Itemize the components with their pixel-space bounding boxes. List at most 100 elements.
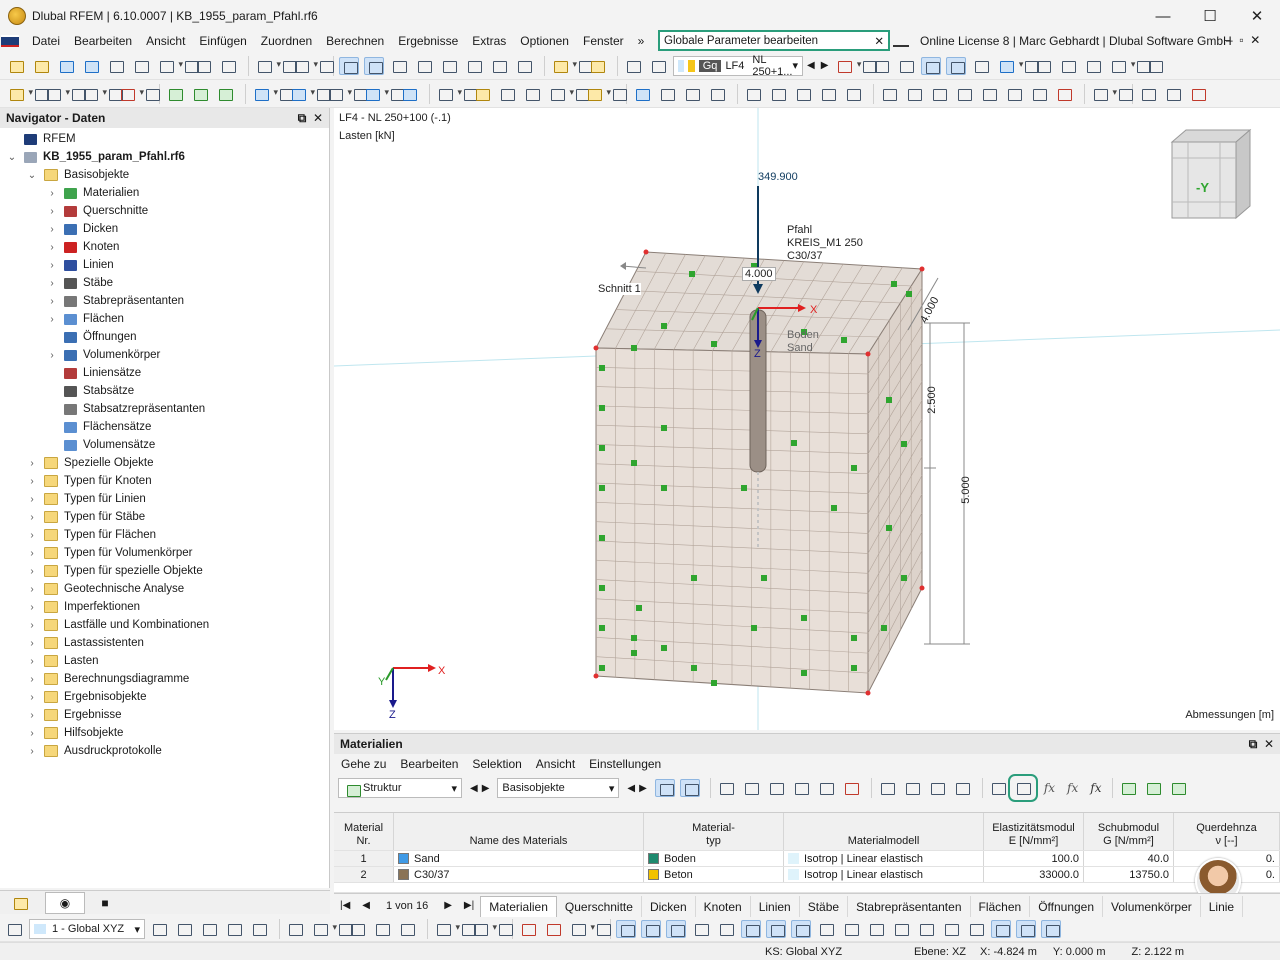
expand-chevron-icon[interactable]: › [46,206,58,217]
align-4-icon[interactable] [954,85,974,103]
tree-item-13[interactable]: Flächensätze [46,418,151,436]
row-1-icon[interactable] [877,779,897,797]
expand-chevron-icon[interactable]: › [26,548,38,559]
center-icon[interactable] [791,920,811,938]
table-cell-model[interactable]: Isotrop | Linear elastisch [784,851,984,866]
nodal-load-icon[interactable] [472,85,492,103]
snap-3-icon[interactable] [199,920,219,938]
expand-chevron-icon[interactable]: › [26,602,38,613]
table-toggle-icon[interactable] [364,56,384,75]
load-arrow-icon[interactable] [550,57,577,75]
model-view[interactable]: LF4 - NL 250+100 (-.1) Lasten [kN] 349.9… [334,108,1280,730]
delete-row-icon[interactable] [841,779,861,797]
table-tab-7[interactable]: Flächen [971,895,1031,918]
js-console-icon[interactable] [464,57,484,75]
cross-icon[interactable] [966,920,986,938]
report-icon[interactable] [193,57,213,75]
table-tab-2[interactable]: Dicken [642,895,696,918]
expand-chevron-icon[interactable]: › [26,710,38,721]
tangent-icon[interactable] [866,920,886,938]
panel-pin-close[interactable]: ⧉ ✕ [1249,737,1274,752]
align-7-icon[interactable] [1029,85,1049,103]
table-row[interactable]: 2 C30/37 Beton Isotrop | Linear elastisch 33… [334,867,1280,883]
table-cell-nr[interactable]: 1 [334,851,394,866]
align-2-icon[interactable] [904,85,924,103]
expand-chevron-icon[interactable]: › [26,584,38,595]
tree-item-3[interactable]: › Knoten [46,238,119,256]
snap-12-icon[interactable] [470,920,497,938]
print-icon[interactable] [156,57,183,75]
expand-chevron-icon[interactable]: ⌄ [26,170,38,181]
tree-folder-14[interactable]: › Ergebnisse [26,706,122,724]
tree-item-4[interactable]: › Linien [46,256,113,274]
xxx-values-icon[interactable] [896,57,916,75]
support-reactions-icon[interactable] [1083,57,1103,75]
tree-item-2[interactable]: › Dicken [46,220,118,238]
settings-gear-icon[interactable] [1145,57,1165,75]
table-tab-1[interactable]: Querschnitte [557,895,642,918]
align-5-icon[interactable] [979,85,999,103]
new-support-icon[interactable] [117,85,144,103]
table-1-icon[interactable] [716,779,736,797]
table-cell-name[interactable]: Sand [394,851,644,866]
tree-folder-4[interactable]: › Typen für Flächen [26,526,156,544]
type-next-button[interactable]: ▶ [639,783,647,794]
table-tab-9[interactable]: Volumenkörper [1103,895,1201,918]
expand-chevron-icon[interactable]: › [46,224,58,235]
opening-icon[interactable] [288,85,315,103]
menu-bearbeiten[interactable]: Bearbeiten [67,34,139,48]
load-table-icon[interactable] [587,57,607,75]
formula-icon[interactable]: fx [1044,781,1055,795]
row-3-icon[interactable] [927,779,947,797]
column-header[interactable]: Name des Materials [394,813,644,850]
mat-menu-bearbeiten[interactable]: Bearbeiten [393,757,465,771]
snap-13-icon[interactable] [518,920,538,938]
expand-chevron-icon[interactable]: › [26,656,38,667]
table-cell-model[interactable]: Isotrop | Linear elastisch [784,867,984,882]
last-page-button[interactable]: ▶| [464,900,474,911]
structure-combo[interactable]: Struktur ▾ [338,778,462,798]
expand-chevron-icon[interactable]: › [26,566,38,577]
perpendicular-icon[interactable] [816,920,836,938]
surface-support-icon[interactable] [215,85,235,103]
close-button[interactable]: ✕ [1234,0,1280,32]
marker-icon[interactable] [1054,85,1074,103]
open-folder-icon[interactable] [31,57,51,75]
app-menu-icon[interactable] [1,35,19,47]
column-header[interactable]: Elastizitätsmodul E [N/mm²] [984,813,1084,850]
tree-item-1[interactable]: › Querschnitte [46,202,148,220]
surface-set-icon[interactable] [362,85,389,103]
expand-chevron-icon[interactable]: › [26,728,38,739]
tree-folder-7[interactable]: › Geotechnische Analyse [26,580,184,598]
menu-berechnen[interactable]: Berechnen [319,34,391,48]
maximize-button[interactable]: ☐ [1187,0,1233,32]
snap-14-icon[interactable] [543,920,563,938]
next-page-button[interactable]: ▶ [444,900,452,911]
midpoint-icon[interactable] [766,920,786,938]
mat-menu-einstellungen[interactable]: Einstellungen [582,757,668,771]
expand-chevron-icon[interactable]: › [46,242,58,253]
menu-zuordnen[interactable]: Zuordnen [254,34,319,48]
display-mode-icon[interactable] [996,57,1023,75]
mat-menu-ansicht[interactable]: Ansicht [529,757,582,771]
select-in-model-icon[interactable] [679,779,700,797]
angle-icon[interactable] [716,920,736,938]
nav-views-tab-camera-icon[interactable]: ■ [85,892,125,914]
nav-display-tab-eye-icon[interactable]: ◉ [45,891,85,914]
table-3-icon[interactable] [766,779,786,797]
snap-2-icon[interactable] [174,920,194,938]
endpoint-icon[interactable] [741,920,761,938]
view-table-icon[interactable] [988,779,1008,797]
menu-more-button[interactable]: » [631,34,652,48]
table-tab-5[interactable]: Stäbe [800,895,849,918]
tree-folder-15[interactable]: › Hilfsobjekte [26,724,123,742]
table-cell-name[interactable]: C30/37 [394,867,644,882]
expand-chevron-icon[interactable]: › [26,512,38,523]
results-toggle-icon[interactable] [834,57,861,75]
expand-chevron-icon[interactable]: › [26,476,38,487]
load-case-prev-icon[interactable] [623,57,643,75]
ortho-toggle-icon[interactable] [666,920,686,938]
snap-5-icon[interactable] [249,920,269,938]
expand-chevron-icon[interactable]: › [26,674,38,685]
menu-optionen[interactable]: Optionen [513,34,576,48]
